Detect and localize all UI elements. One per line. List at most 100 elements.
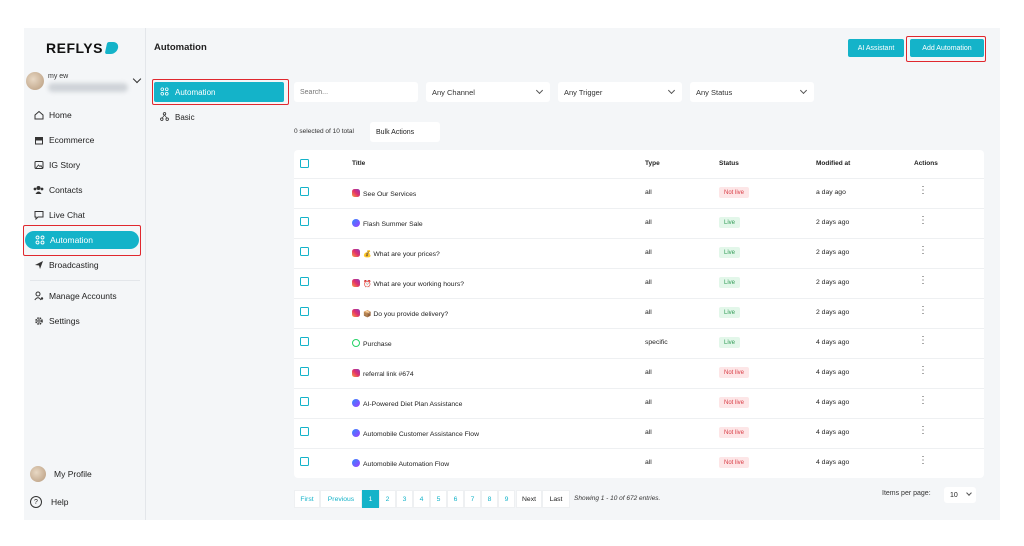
table-row[interactable]: 💰 What are your prices? all Live 2 days ago… [294, 238, 984, 268]
table-row[interactable]: Automobile Customer Assistance Flow all No… [294, 418, 984, 448]
row-title[interactable]: Purchase [352, 339, 392, 348]
more-actions-icon[interactable]: ⋮ [918, 306, 928, 316]
sidebar-item-my-profile[interactable]: My Profile [24, 463, 146, 485]
sidebar-item-broadcasting[interactable]: Broadcasting [24, 254, 146, 276]
trigger-select[interactable]: Any Trigger [558, 82, 682, 102]
pagination-page[interactable]: 1 [362, 490, 379, 508]
row-title[interactable]: Automobile Automation Flow [352, 459, 449, 468]
account-selector[interactable]: my ew [26, 70, 144, 98]
sidebar-item-automation[interactable]: Automation [25, 231, 139, 249]
pagination-first[interactable]: First [294, 490, 320, 508]
table-row[interactable]: referral link #674 all Not live 4 days ago ⋮ [294, 358, 984, 388]
sidebar-item-home[interactable]: Home [24, 104, 146, 126]
more-actions-icon[interactable]: ⋮ [918, 426, 928, 436]
column-header-modified: Modified at [816, 160, 851, 167]
subnav-item-basic[interactable]: Basic [154, 107, 284, 127]
row-checkbox[interactable] [300, 307, 309, 316]
brand-logo[interactable]: REFLYS [46, 40, 120, 56]
table-row[interactable]: ⏰ What are your working hours? all Live 2 d… [294, 268, 984, 298]
chevron-down-icon [799, 86, 808, 95]
row-checkbox[interactable] [300, 187, 309, 196]
row-type: all [645, 189, 652, 196]
row-title-text: 💰 What are your prices? [363, 251, 440, 258]
more-actions-icon[interactable]: ⋮ [918, 186, 928, 196]
row-title-text: ⏰ What are your working hours? [363, 281, 465, 288]
pagination-page[interactable]: 8 [481, 490, 498, 508]
row-checkbox[interactable] [300, 277, 309, 286]
sidebar-item-ecommerce[interactable]: Ecommerce [24, 129, 146, 151]
channel-select[interactable]: Any Channel [426, 82, 550, 102]
sidebar-item-label: Home [49, 110, 72, 120]
gear-icon [33, 316, 44, 327]
row-type: all [645, 399, 652, 406]
table-row[interactable]: See Our Services all Not live a day ago ⋮ [294, 178, 984, 208]
table-row[interactable]: Flash Summer Sale all Live 2 days ago ⋮ [294, 208, 984, 238]
sidebar-item-label: Help [51, 497, 69, 507]
add-automation-button[interactable]: Add Automation [910, 39, 984, 57]
row-type: all [645, 429, 652, 436]
table-row[interactable]: Purchase specific Live 4 days ago ⋮ [294, 328, 984, 358]
row-title[interactable]: 📦 Do you provide delivery? [352, 309, 448, 318]
sidebar-item-contacts[interactable]: Contacts [24, 179, 146, 201]
sidebar-item-help[interactable]: ? Help [24, 491, 146, 513]
more-actions-icon[interactable]: ⋮ [918, 366, 928, 376]
instagram-icon [352, 369, 360, 377]
row-checkbox[interactable] [300, 337, 309, 346]
pagination-previous[interactable]: Previous [320, 490, 362, 508]
pagination-page[interactable]: 9 [498, 490, 515, 508]
row-checkbox[interactable] [300, 427, 309, 436]
row-title-text: Automobile Automation Flow [363, 461, 450, 468]
row-checkbox[interactable] [300, 397, 309, 406]
row-title[interactable]: 💰 What are your prices? [352, 249, 440, 258]
pagination-page[interactable]: 2 [379, 490, 396, 508]
pagination-page[interactable]: 6 [447, 490, 464, 508]
row-checkbox[interactable] [300, 247, 309, 256]
more-actions-icon[interactable]: ⋮ [918, 396, 928, 406]
sidebar-item-label: Settings [49, 316, 80, 326]
table-row[interactable]: 📦 Do you provide delivery? all Live 2 days … [294, 298, 984, 328]
row-title[interactable]: Automobile Customer Assistance Flow [352, 429, 479, 438]
sidebar-item-manage-accounts[interactable]: Manage Accounts [24, 285, 146, 307]
row-title[interactable]: AI-Powered Diet Plan Assistance [352, 399, 462, 408]
row-checkbox[interactable] [300, 367, 309, 376]
ai-assistant-button[interactable]: AI Assistant [848, 39, 904, 57]
sidebar-item-live-chat[interactable]: Live Chat [24, 204, 146, 226]
instagram-icon [352, 279, 360, 287]
more-actions-icon[interactable]: ⋮ [918, 336, 928, 346]
items-per-page-select[interactable]: 10 [944, 487, 976, 503]
pagination-last[interactable]: Last [542, 490, 570, 508]
search-input[interactable] [294, 82, 418, 102]
table-row[interactable]: AI-Powered Diet Plan Assistance all Not li… [294, 388, 984, 418]
sidebar-item-label: Broadcasting [49, 260, 99, 270]
sidebar-item-settings[interactable]: Settings [24, 310, 146, 332]
more-actions-icon[interactable]: ⋮ [918, 276, 928, 286]
sidebar-item-ig-story[interactable]: IG Story [24, 154, 146, 176]
more-actions-icon[interactable]: ⋮ [918, 246, 928, 256]
status-select[interactable]: Any Status [690, 82, 814, 102]
more-actions-icon[interactable]: ⋮ [918, 216, 928, 226]
pagination-page[interactable]: 7 [464, 490, 481, 508]
subnav-item-automation[interactable]: Automation [154, 82, 284, 102]
row-title[interactable]: referral link #674 [352, 369, 414, 378]
row-title[interactable]: Flash Summer Sale [352, 219, 423, 228]
pagination-page[interactable]: 3 [396, 490, 413, 508]
status-badge: Live [719, 337, 741, 348]
bulk-actions-button[interactable]: Bulk Actions [370, 122, 440, 142]
select-all-checkbox[interactable] [300, 159, 309, 168]
row-title[interactable]: ⏰ What are your working hours? [352, 279, 464, 288]
row-modified: 4 days ago [816, 429, 850, 436]
more-actions-icon[interactable]: ⋮ [918, 456, 928, 466]
home-icon [33, 110, 44, 121]
pagination-page[interactable]: 4 [413, 490, 430, 508]
sidebar-item-label: Automation [50, 235, 93, 245]
row-title[interactable]: See Our Services [352, 189, 416, 198]
instagram-icon [352, 189, 360, 197]
pagination-next[interactable]: Next [516, 490, 542, 508]
chevron-down-icon [667, 86, 676, 95]
row-checkbox[interactable] [300, 217, 309, 226]
send-icon [33, 260, 44, 271]
pagination-page[interactable]: 5 [430, 490, 447, 508]
table-row[interactable]: Automobile Automation Flow all Not live 4 d… [294, 448, 984, 478]
row-checkbox[interactable] [300, 457, 309, 466]
row-type: all [645, 459, 652, 466]
